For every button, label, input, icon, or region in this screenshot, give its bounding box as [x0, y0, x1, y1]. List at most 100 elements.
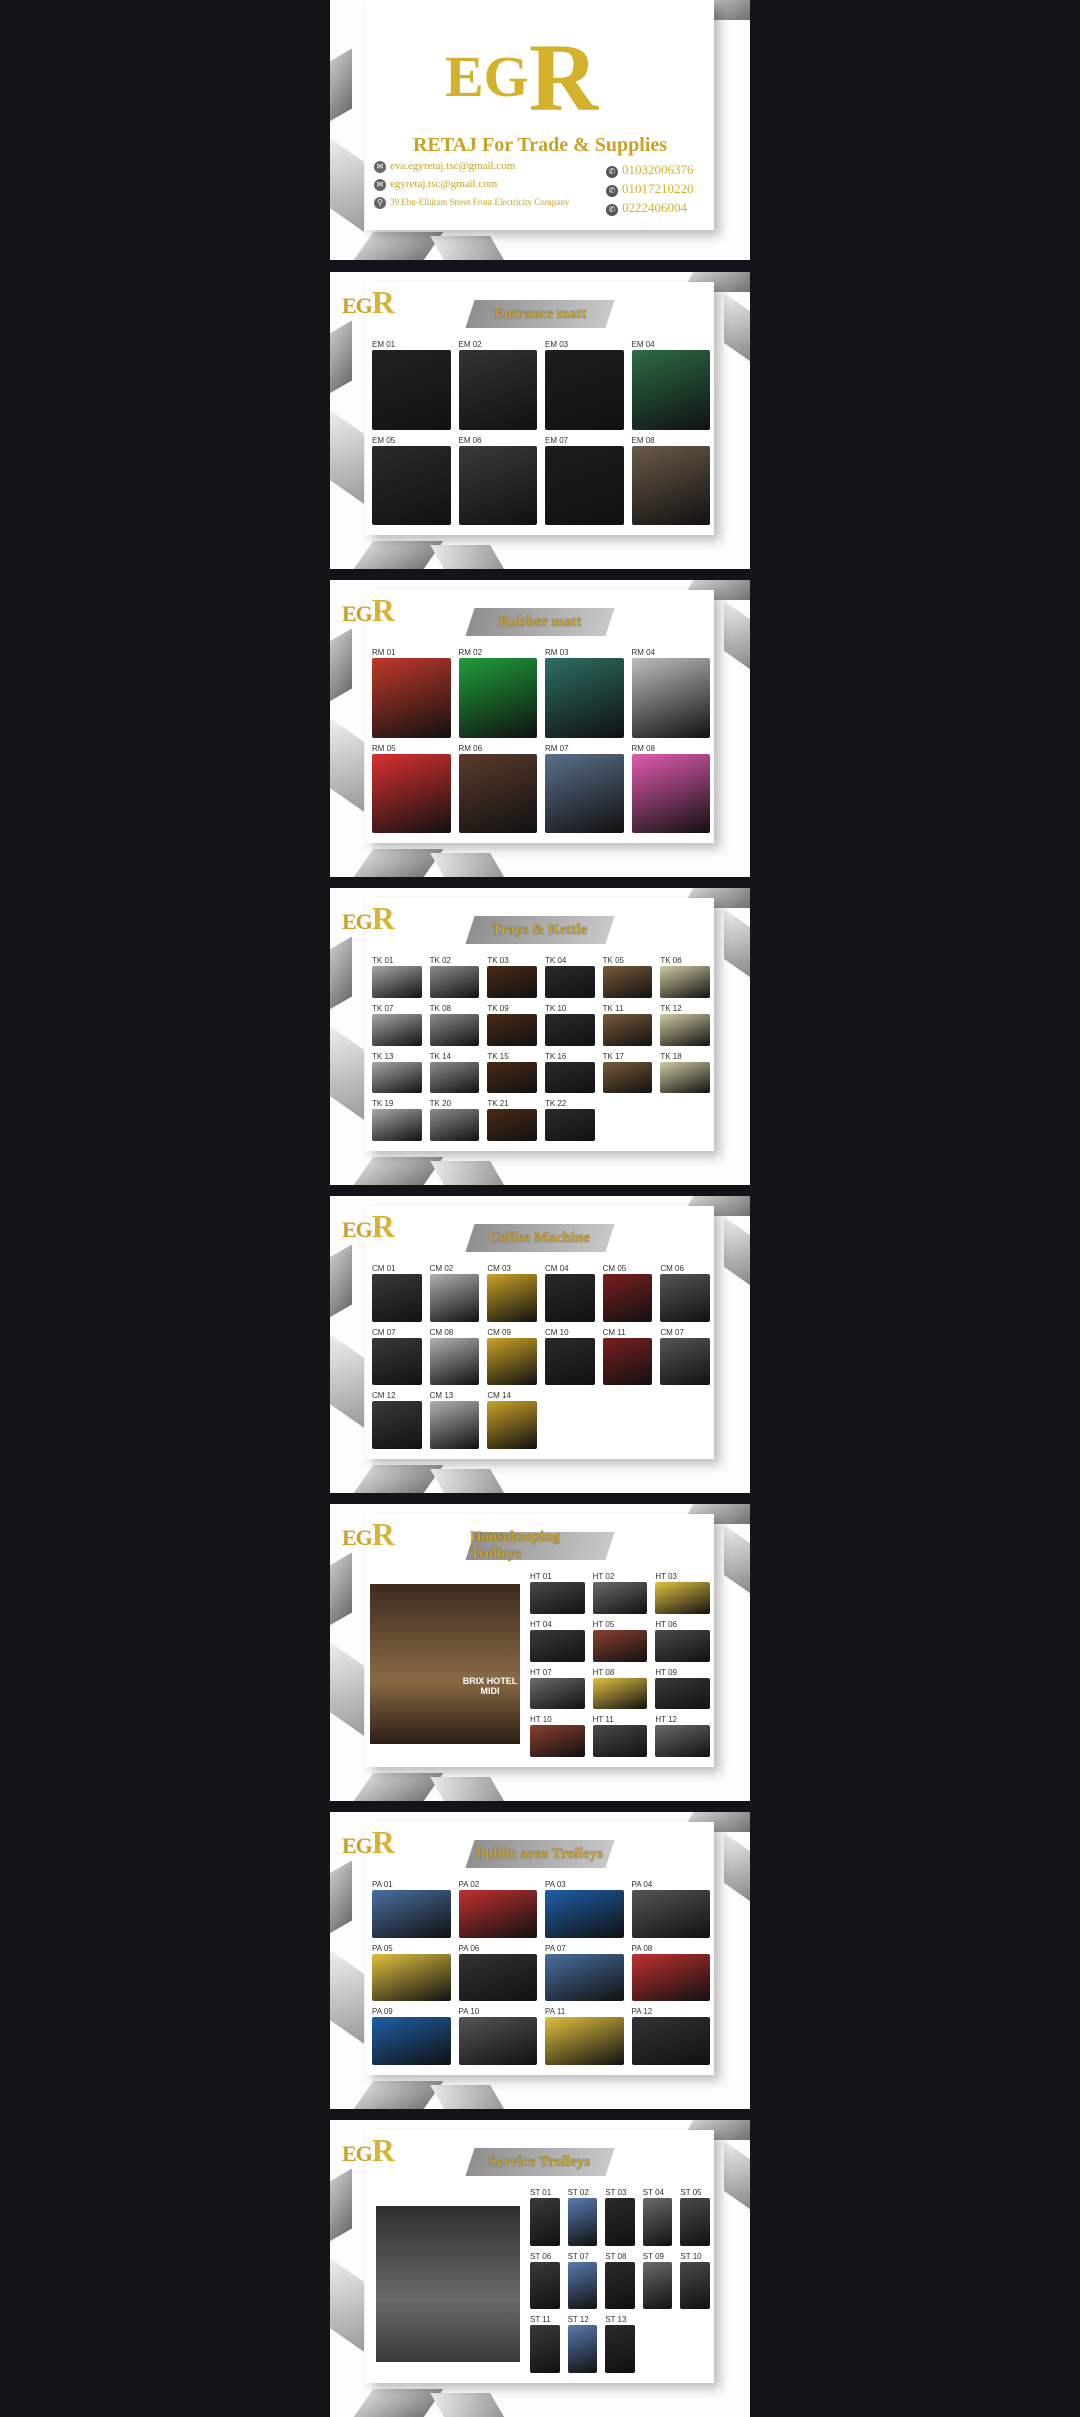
product-item[interactable]: RM 01	[372, 648, 451, 738]
product-item[interactable]: EM 08	[631, 436, 710, 525]
product-item[interactable]: CM 10	[545, 1328, 595, 1386]
product-item[interactable]: TK 07	[372, 1004, 422, 1046]
product-item[interactable]: PA 11	[545, 2007, 624, 2065]
product-item[interactable]: ST 02	[567, 2188, 598, 2246]
product-item[interactable]: CM 12	[372, 1391, 422, 1449]
product-code: CM 11	[602, 1327, 626, 1337]
product-item[interactable]: TK 22	[545, 1099, 595, 1141]
product-item[interactable]: ST 13	[605, 2315, 635, 2373]
product-item[interactable]: HT 01	[530, 1572, 585, 1614]
product-item[interactable]: EM 02	[458, 340, 537, 430]
logo-text: EG	[445, 44, 529, 109]
product-grid: TK 01 TK 02 TK 03 TK 04 TK 05 TK 06 TK 07 TK 08…	[372, 956, 710, 1141]
product-item[interactable]: CM 07	[372, 1328, 422, 1386]
product-item[interactable]: CM 01	[372, 1264, 422, 1322]
product-item[interactable]: EM 04	[631, 340, 710, 430]
product-item[interactable]: RM 07	[545, 744, 624, 833]
product-item[interactable]: RM 05	[372, 744, 451, 833]
section-title: Service Trolleys	[489, 2153, 591, 2170]
product-item[interactable]: TK 10	[545, 1004, 595, 1046]
product-item[interactable]: HT 02	[592, 1572, 648, 1614]
product-item[interactable]: TK 12	[660, 1004, 710, 1046]
product-item[interactable]: TK 20	[429, 1099, 480, 1141]
product-item[interactable]: ST 07	[567, 2252, 598, 2310]
product-item[interactable]: TK 06	[660, 956, 710, 998]
product-item[interactable]: ST 06	[530, 2252, 560, 2310]
product-item[interactable]: CM 06	[660, 1264, 710, 1322]
product-item[interactable]: ST 01	[530, 2188, 560, 2246]
product-item[interactable]: ST 05	[680, 2188, 710, 2246]
product-item[interactable]: CM 03	[487, 1264, 537, 1322]
product-item[interactable]: HT 08	[592, 1668, 648, 1710]
product-item[interactable]: CM 09	[487, 1328, 537, 1386]
product-item[interactable]: TK 19	[372, 1099, 422, 1141]
product-item[interactable]: PA 01	[372, 1880, 451, 1938]
product-item[interactable]: PA 10	[458, 2007, 537, 2065]
product-code: RM 04	[631, 648, 656, 657]
product-item[interactable]: ST 08	[605, 2252, 635, 2310]
product-item[interactable]: EM 06	[458, 436, 537, 525]
product-item[interactable]: TK 13	[372, 1052, 422, 1094]
product-item[interactable]: HT 03	[655, 1572, 710, 1614]
product-item[interactable]: HT 12	[655, 1715, 710, 1757]
product-item[interactable]: PA 08	[631, 1944, 710, 2002]
product-item[interactable]: RM 03	[545, 648, 624, 738]
product-item[interactable]: PA 03	[545, 1880, 624, 1938]
product-item[interactable]: TK 04	[545, 956, 595, 998]
product-item[interactable]: PA 05	[372, 1944, 451, 2002]
product-item[interactable]: TK 05	[602, 956, 653, 998]
logo-r: R	[371, 284, 395, 320]
product-item[interactable]: HT 10	[530, 1715, 585, 1757]
product-item[interactable]: TK 09	[487, 1004, 537, 1046]
product-item[interactable]: HT 07	[530, 1668, 585, 1710]
product-item[interactable]: TK 14	[429, 1052, 480, 1094]
product-item[interactable]: TK 02	[429, 956, 480, 998]
product-item[interactable]: HT 09	[655, 1668, 710, 1710]
product-item[interactable]: ST 04	[642, 2188, 673, 2246]
product-item[interactable]: ST 03	[605, 2188, 635, 2246]
product-item[interactable]: RM 04	[631, 648, 710, 738]
product-item[interactable]: HT 06	[655, 1620, 710, 1662]
product-item[interactable]: TK 15	[487, 1052, 537, 1094]
product-item[interactable]: PA 07	[545, 1944, 624, 2002]
product-item[interactable]: ST 12	[567, 2315, 598, 2373]
product-item[interactable]: TK 08	[429, 1004, 480, 1046]
product-item[interactable]: PA 02	[458, 1880, 537, 1938]
product-item[interactable]: RM 06	[458, 744, 537, 833]
product-item[interactable]: TK 17	[602, 1052, 653, 1094]
product-image	[631, 2017, 710, 2065]
product-item[interactable]: PA 12	[631, 2007, 710, 2065]
product-item[interactable]: TK 21	[487, 1099, 537, 1141]
product-item[interactable]: ST 11	[530, 2315, 560, 2373]
product-item[interactable]: CM 13	[429, 1391, 480, 1449]
product-item[interactable]: CM 07	[660, 1328, 710, 1386]
product-item[interactable]: EM 03	[545, 340, 624, 430]
product-item[interactable]: HT 04	[530, 1620, 585, 1662]
product-item[interactable]: RM 02	[458, 648, 537, 738]
product-item[interactable]: CM 14	[487, 1391, 537, 1449]
product-item[interactable]: PA 06	[458, 1944, 537, 2002]
product-item[interactable]: CM 05	[602, 1264, 653, 1322]
product-item[interactable]: CM 04	[545, 1264, 595, 1322]
email-line-2: ✉ egyretaj.tsc@gmail.com	[374, 178, 497, 191]
product-item[interactable]: PA 09	[372, 2007, 451, 2065]
product-item[interactable]: EM 07	[545, 436, 624, 525]
product-image	[372, 1401, 422, 1449]
product-item[interactable]: TK 16	[545, 1052, 595, 1094]
product-item[interactable]: CM 08	[429, 1328, 480, 1386]
product-item[interactable]: CM 02	[429, 1264, 480, 1322]
product-item[interactable]: HT 11	[592, 1715, 648, 1757]
product-item[interactable]: HT 05	[592, 1620, 648, 1662]
product-item[interactable]: EM 01	[372, 340, 451, 430]
product-item[interactable]: ST 09	[642, 2252, 673, 2310]
product-item[interactable]: EM 05	[372, 436, 451, 525]
product-item[interactable]: TK 18	[660, 1052, 710, 1094]
product-item[interactable]: RM 08	[631, 744, 710, 833]
product-item[interactable]: ST 10	[680, 2252, 710, 2310]
product-item[interactable]: CM 11	[602, 1327, 653, 1386]
product-item[interactable]: PA 04	[631, 1880, 710, 1938]
product-item[interactable]: TK 11	[602, 1004, 653, 1046]
section-banner: Coffee Machine	[465, 1224, 615, 1252]
product-item[interactable]: TK 03	[487, 956, 537, 998]
product-item[interactable]: TK 01	[372, 956, 422, 998]
